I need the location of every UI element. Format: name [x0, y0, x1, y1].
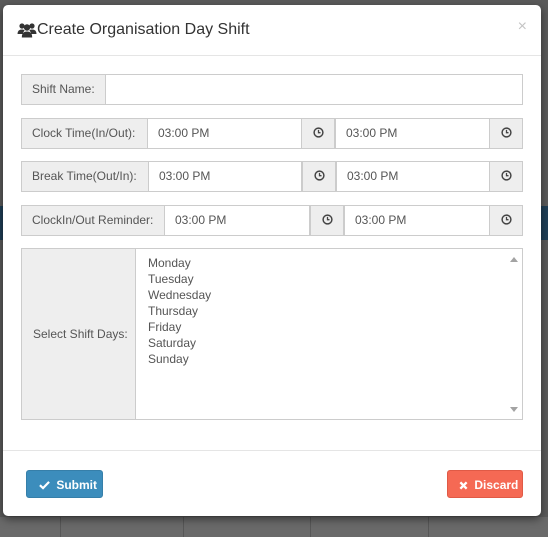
shift-days-select[interactable]: Monday Tuesday Wednesday Thursday Friday…	[148, 255, 211, 367]
scroll-down-arrow-icon[interactable]	[510, 407, 518, 412]
discard-button[interactable]: Discard	[447, 470, 523, 498]
clock-icon	[500, 212, 512, 230]
reminder-row: ClockIn/Out Reminder: 03:00 PM 03:00 PM	[21, 205, 523, 236]
clock-icon	[313, 168, 325, 186]
submit-label: Submit	[56, 478, 98, 492]
break-out-picker-button[interactable]	[302, 161, 336, 192]
day-option-sunday[interactable]: Sunday	[148, 351, 211, 367]
day-option-tuesday[interactable]: Tuesday	[148, 271, 211, 287]
shift-days-group: Select Shift Days: Monday Tuesday Wednes…	[21, 248, 523, 420]
submit-button[interactable]: Submit	[26, 470, 103, 498]
modal-footer: Submit Discard	[3, 450, 541, 517]
break-time-row: Break Time(Out/In): 03:00 PM 03:00 PM	[21, 161, 523, 192]
day-option-thursday[interactable]: Thursday	[148, 303, 211, 319]
clock-in-picker-button[interactable]	[301, 118, 335, 149]
background-table	[0, 517, 548, 537]
clock-time-row: Clock Time(In/Out): 03:00 PM 03:00 PM	[21, 118, 523, 149]
shift-name-row: Shift Name:	[21, 74, 523, 105]
day-option-saturday[interactable]: Saturday	[148, 335, 211, 351]
break-in-picker-button[interactable]	[489, 161, 523, 192]
users-icon	[17, 22, 37, 38]
clock-in-time-input[interactable]: 03:00 PM	[147, 118, 302, 149]
break-in-time-input[interactable]: 03:00 PM	[336, 161, 490, 192]
shift-days-label: Select Shift Days:	[22, 249, 136, 419]
clock-icon	[500, 168, 512, 186]
clock-out-time-input[interactable]: 03:00 PM	[335, 118, 490, 149]
break-out-time-input[interactable]: 03:00 PM	[148, 161, 302, 192]
create-shift-modal: Create Organisation Day Shift × Shift Na…	[3, 5, 541, 516]
shift-name-input[interactable]	[105, 74, 523, 105]
clock-icon	[312, 125, 324, 143]
shift-name-label: Shift Name:	[21, 74, 106, 105]
reminder-out-picker-button[interactable]	[489, 205, 523, 236]
modal-title: Create Organisation Day Shift	[37, 21, 250, 38]
day-option-friday[interactable]: Friday	[148, 319, 211, 335]
reminder-out-time-input[interactable]: 03:00 PM	[344, 205, 490, 236]
day-option-monday[interactable]: Monday	[148, 255, 211, 271]
close-button[interactable]: ×	[518, 19, 527, 35]
break-time-label: Break Time(Out/In):	[21, 161, 149, 192]
clock-icon	[500, 125, 512, 143]
clock-time-label: Clock Time(In/Out):	[21, 118, 148, 149]
reminder-label: ClockIn/Out Reminder:	[21, 205, 165, 236]
scroll-up-arrow-icon[interactable]	[510, 257, 518, 262]
clock-icon	[321, 212, 333, 230]
times-icon	[459, 478, 474, 492]
day-option-wednesday[interactable]: Wednesday	[148, 287, 211, 303]
reminder-in-picker-button[interactable]	[310, 205, 344, 236]
clock-out-picker-button[interactable]	[489, 118, 523, 149]
discard-label: Discard	[474, 478, 519, 492]
check-icon	[39, 478, 56, 492]
reminder-in-time-input[interactable]: 03:00 PM	[164, 205, 310, 236]
modal-header: Create Organisation Day Shift ×	[3, 5, 541, 56]
